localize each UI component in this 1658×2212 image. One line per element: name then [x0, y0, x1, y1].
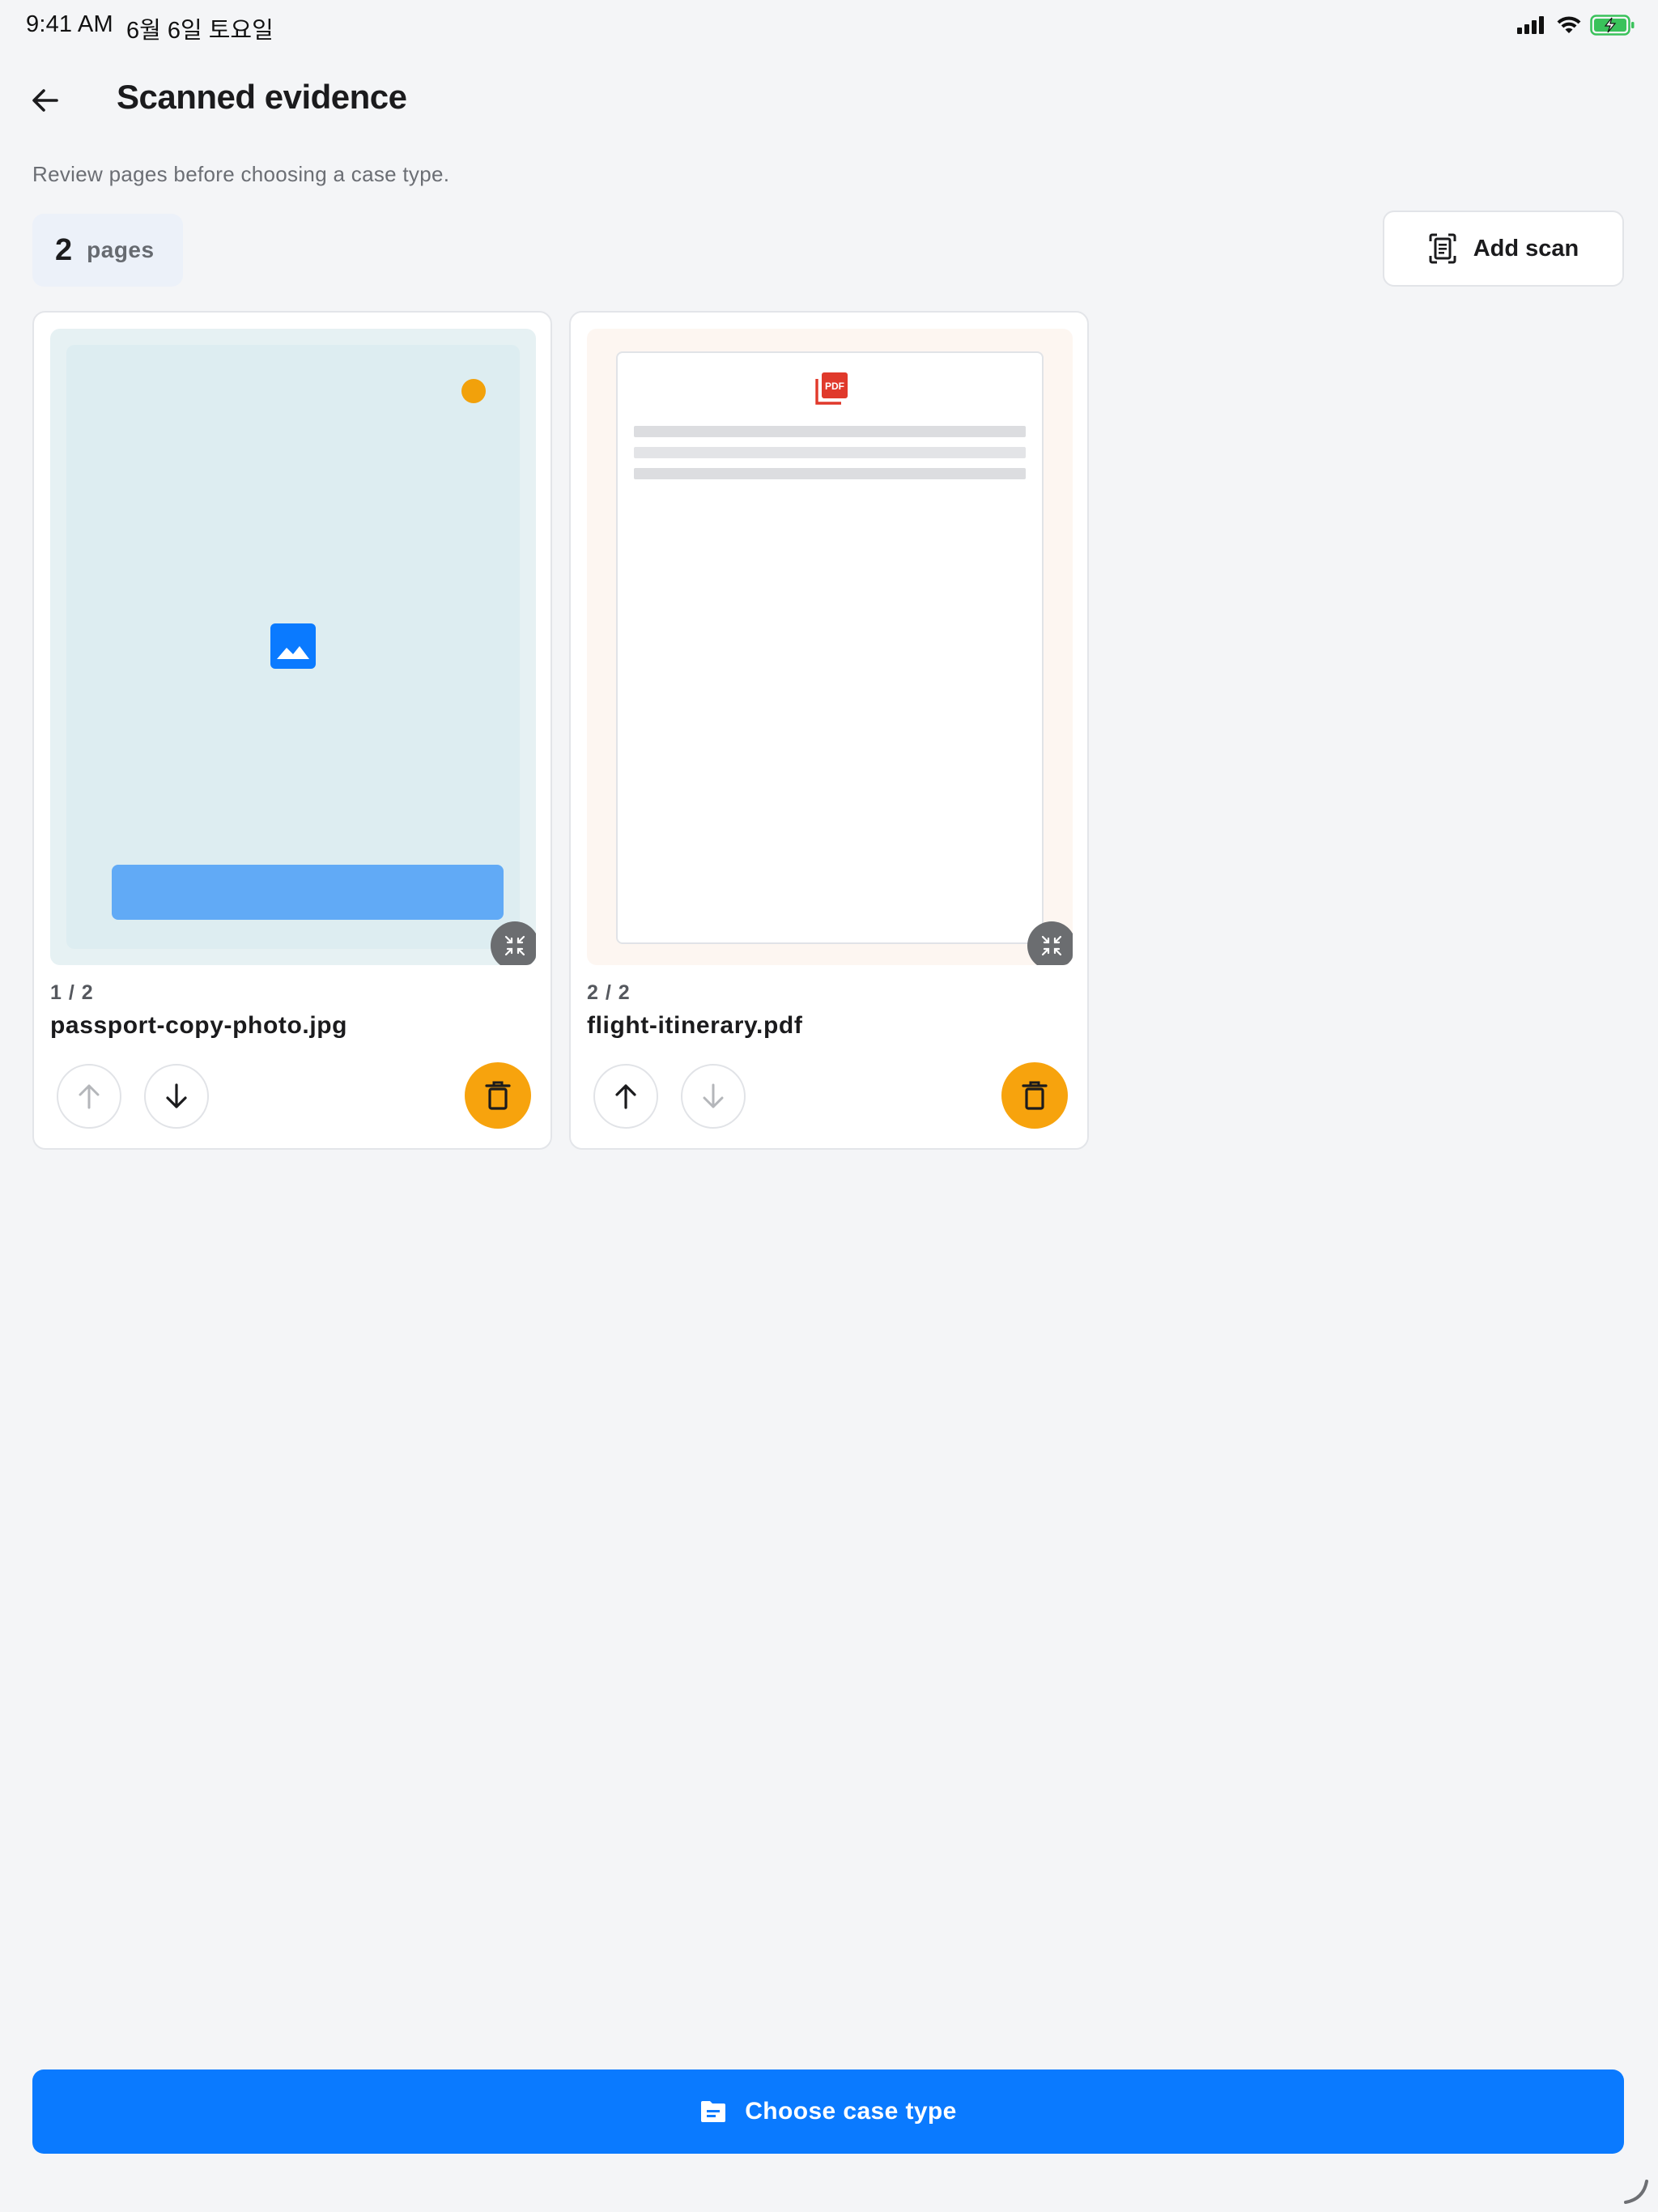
- image-caption-bar: [112, 865, 504, 920]
- document-scan-icon: [1429, 233, 1456, 264]
- wifi-icon: [1557, 16, 1581, 33]
- delete-button[interactable]: [465, 1062, 531, 1129]
- header: Scanned evidence: [0, 65, 1658, 130]
- battery-charging-icon: [1590, 15, 1635, 36]
- status-bar: 9:41 AM 6월 6일 토요일: [0, 0, 1658, 52]
- page-card: PDF 2 / 2 flight-itinerary.pdf: [569, 311, 1089, 1150]
- arrow-left-icon: [32, 89, 58, 112]
- collapse-icon: [504, 935, 525, 956]
- pdf-text-line: [634, 426, 1026, 437]
- move-down-button[interactable]: [681, 1064, 746, 1129]
- pdf-preview: PDF: [616, 351, 1044, 944]
- move-up-button[interactable]: [57, 1064, 121, 1129]
- page-thumbnail[interactable]: PDF: [587, 329, 1073, 965]
- pdf-icon: PDF: [815, 372, 848, 405]
- pdf-text-line: [634, 447, 1026, 458]
- back-button[interactable]: [24, 79, 66, 121]
- add-scan-label: Add scan: [1473, 235, 1579, 262]
- page-title: Scanned evidence: [117, 78, 407, 116]
- collapse-preview-button[interactable]: [1027, 921, 1073, 965]
- page-position: 1 / 2: [50, 981, 94, 1004]
- pages-label: pages: [87, 237, 155, 262]
- page-subtitle: Review pages before choosing a case type…: [32, 162, 450, 186]
- cellular-signal-icon: [1517, 16, 1544, 34]
- page-card: 1 / 2 passport-copy-photo.jpg: [32, 311, 552, 1150]
- trash-icon: [1022, 1081, 1048, 1110]
- arrow-up-icon: [79, 1084, 100, 1109]
- image-icon: [270, 623, 316, 669]
- choose-case-type-button[interactable]: Choose case type: [32, 2069, 1624, 2154]
- resize-handle-icon: [1624, 2180, 1648, 2204]
- image-preview: [66, 345, 520, 949]
- status-date: 6월 6일 토요일: [126, 18, 274, 44]
- arrow-down-icon: [703, 1083, 724, 1108]
- file-name: passport-copy-photo.jpg: [50, 1012, 348, 1039]
- pages-count: 2: [55, 232, 73, 267]
- collapse-preview-button[interactable]: [491, 921, 536, 965]
- delete-button[interactable]: [1001, 1062, 1068, 1129]
- page-thumbnail[interactable]: [50, 329, 536, 965]
- move-up-button[interactable]: [593, 1064, 658, 1129]
- folder-icon: [701, 2101, 726, 2122]
- status-time: 9:41 AM: [26, 11, 113, 37]
- arrow-up-icon: [615, 1084, 636, 1109]
- trash-icon: [485, 1081, 511, 1110]
- file-name: flight-itinerary.pdf: [587, 1012, 803, 1039]
- move-down-button[interactable]: [144, 1064, 209, 1129]
- add-scan-button[interactable]: Add scan: [1383, 211, 1624, 287]
- pdf-text-line: [634, 468, 1026, 479]
- svg-text:PDF: PDF: [825, 381, 844, 392]
- arrow-down-icon: [166, 1083, 187, 1108]
- status-dot: [461, 379, 486, 403]
- page-position: 2 / 2: [587, 981, 631, 1004]
- choose-case-type-label: Choose case type: [745, 2098, 957, 2125]
- collapse-icon: [1041, 935, 1062, 956]
- pages-count-badge: 2 pages: [32, 214, 183, 287]
- status-icons: [1517, 15, 1635, 36]
